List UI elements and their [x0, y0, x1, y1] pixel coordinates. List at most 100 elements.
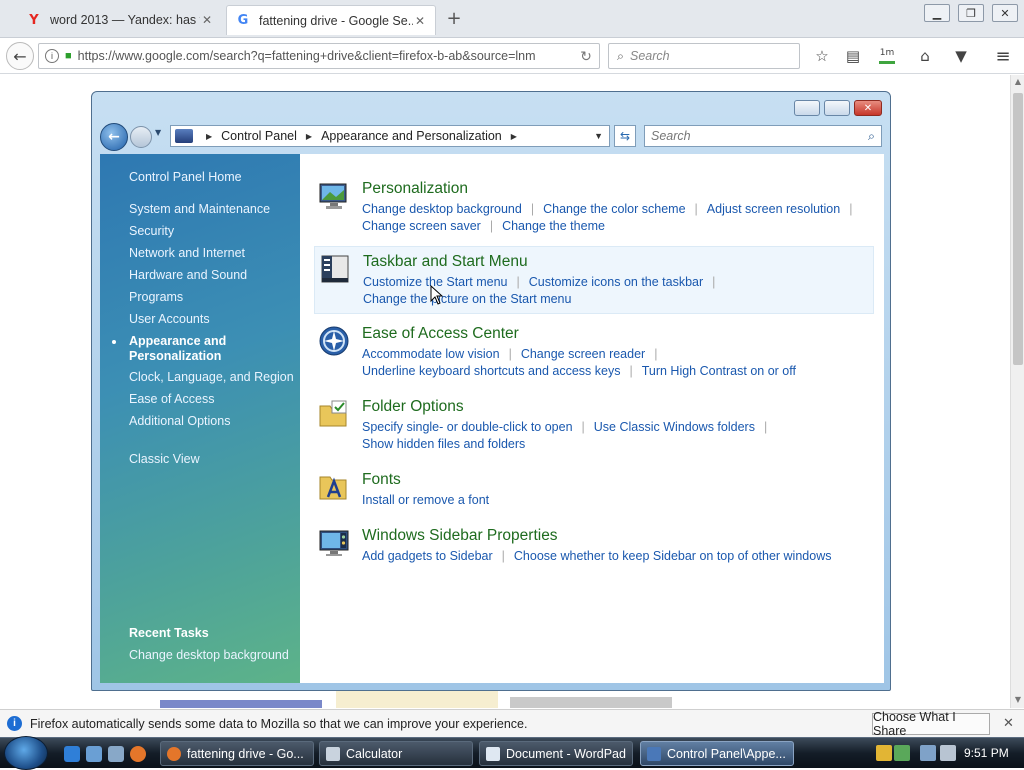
task-firefox[interactable]: fattening drive - Go...	[160, 741, 314, 766]
page-scrollbar[interactable]: ▲ ▼	[1010, 75, 1024, 708]
close-window-button[interactable]: ✕	[992, 4, 1018, 22]
choose-what-i-share-button[interactable]: Choose What I Share	[872, 710, 990, 738]
task-link[interactable]: Customize icons on the taskbar	[529, 275, 703, 289]
vista-forward-button[interactable]	[130, 126, 152, 148]
menu-icon[interactable]: ≡	[992, 46, 1014, 67]
fonts-icon[interactable]	[318, 471, 350, 503]
download-badge: 1m	[879, 47, 895, 58]
vista-back-button[interactable]: ←	[100, 123, 128, 151]
volume-icon[interactable]	[940, 745, 956, 761]
vista-maximize-button[interactable]	[824, 100, 850, 116]
vista-minimize-button[interactable]	[794, 100, 820, 116]
scroll-thumb[interactable]	[1013, 93, 1023, 365]
sidebar-item-network[interactable]: Network and Internet	[129, 246, 245, 260]
url-text[interactable]: https://www.google.com/search?q=fattenin…	[78, 49, 573, 63]
search-icon[interactable]: ⌕	[868, 129, 875, 144]
ie-icon[interactable]	[64, 746, 80, 762]
task-link[interactable]: Change the color scheme	[543, 202, 685, 216]
task-link[interactable]: Change the theme	[502, 219, 605, 233]
task-link[interactable]: Change desktop background	[362, 202, 522, 216]
minimize-button[interactable]: ▁	[924, 4, 950, 22]
close-notification-icon[interactable]: ✕	[1003, 715, 1014, 731]
task-link[interactable]: Install or remove a font	[362, 493, 489, 507]
task-link[interactable]: Change screen reader	[521, 347, 645, 361]
reload-icon[interactable]: ↻	[573, 48, 599, 65]
chevron-right-icon[interactable]: ▶	[511, 132, 517, 141]
category-links: Accommodate low vision | Change screen rea…	[362, 346, 872, 380]
task-link[interactable]: Specify single- or double-click to open	[362, 420, 573, 434]
chevron-right-icon[interactable]: ▶	[306, 132, 312, 141]
sidebar-item-hardware[interactable]: Hardware and Sound	[129, 268, 247, 282]
monitor-icon[interactable]	[920, 745, 936, 761]
scroll-up-icon[interactable]: ▲	[1011, 77, 1024, 86]
new-tab-button[interactable]: +	[444, 9, 464, 29]
browser-search-input[interactable]: ⌕ Search	[608, 43, 800, 69]
category-title[interactable]: Windows Sidebar Properties	[362, 527, 558, 545]
start-button[interactable]	[4, 736, 48, 770]
site-info-icon[interactable]: i	[45, 49, 59, 63]
recent-task-link[interactable]: Change desktop background	[129, 648, 289, 662]
task-link[interactable]: Change the picture on the Start menu	[363, 292, 571, 306]
switch-windows-icon[interactable]	[108, 746, 124, 762]
personalization-icon[interactable]	[318, 180, 350, 212]
folder-options-icon[interactable]	[318, 398, 350, 430]
back-button[interactable]: ←	[6, 42, 34, 70]
tab-google[interactable]: G fattening drive - Google Se... ✕	[226, 5, 436, 35]
task-link[interactable]: Turn High Contrast on or off	[642, 364, 796, 378]
ease-of-access-icon[interactable]	[318, 325, 350, 357]
tab-close-icon[interactable]: ✕	[200, 13, 214, 27]
download-icon[interactable]: 1m	[876, 46, 898, 66]
sidebar-item-appearance[interactable]: Appearance and Personalization	[129, 334, 226, 364]
sidebar-item-ease-of-access[interactable]: Ease of Access	[129, 392, 214, 406]
category-title[interactable]: Fonts	[362, 471, 401, 489]
breadcrumb-control-panel[interactable]: Control Panel	[221, 129, 297, 143]
task-control-panel[interactable]: Control Panel\Appe...	[640, 741, 794, 766]
sidebar-properties-icon[interactable]	[318, 527, 350, 559]
category-title[interactable]: Taskbar and Start Menu	[363, 253, 528, 271]
sidebar-item-security[interactable]: Security	[129, 224, 174, 238]
clock-time[interactable]: 9:51 PM	[964, 746, 1009, 760]
sidebar-item-additional-options[interactable]: Additional Options	[129, 414, 230, 428]
tab-yandex[interactable]: Y word 2013 — Yandex: has f... ✕	[18, 5, 222, 35]
task-link[interactable]: Adjust screen resolution	[707, 202, 840, 216]
network-icon[interactable]	[894, 745, 910, 761]
breadcrumb-appearance[interactable]: Appearance and Personalization	[321, 129, 502, 143]
tab-close-icon[interactable]: ✕	[413, 14, 427, 28]
category-title[interactable]: Folder Options	[362, 398, 464, 416]
task-link[interactable]: Change screen saver	[362, 219, 481, 233]
task-calculator[interactable]: Calculator	[319, 741, 473, 766]
vista-refresh-button[interactable]: ⇆	[614, 125, 636, 147]
task-link[interactable]: Underline keyboard shortcuts and access …	[362, 364, 620, 378]
sidebar-item-system[interactable]: System and Maintenance	[129, 202, 270, 216]
sidebar-item-programs[interactable]: Programs	[129, 290, 183, 304]
task-link[interactable]: Accommodate low vision	[362, 347, 500, 361]
vista-search-input[interactable]: Search ⌕	[644, 125, 882, 147]
task-wordpad[interactable]: Document - WordPad	[479, 741, 633, 766]
firefox-icon[interactable]	[130, 746, 146, 762]
category-title[interactable]: Ease of Access Center	[362, 325, 519, 343]
scroll-down-icon[interactable]: ▼	[1011, 695, 1024, 704]
task-link[interactable]: Show hidden files and folders	[362, 437, 525, 451]
category-title[interactable]: Personalization	[362, 180, 468, 198]
pocket-icon[interactable]: ▼	[950, 46, 972, 66]
task-link[interactable]: Add gadgets to Sidebar	[362, 549, 493, 563]
chevron-right-icon[interactable]: ▶	[206, 132, 212, 141]
sidebar-item-clock[interactable]: Clock, Language, and Region	[129, 370, 294, 384]
address-dropdown-icon[interactable]: ▼	[594, 131, 603, 141]
restore-button[interactable]: ❐	[958, 4, 984, 22]
star-icon[interactable]: ☆	[811, 46, 833, 66]
home-icon[interactable]: ⌂	[914, 46, 936, 66]
taskbar-icon[interactable]	[319, 253, 351, 285]
sidebar-item-user-accounts[interactable]: User Accounts	[129, 312, 210, 326]
vista-close-button[interactable]: ✕	[854, 100, 882, 116]
vista-address-bar[interactable]: ▶ Control Panel ▶ Appearance and Persona…	[170, 125, 610, 147]
show-desktop-icon[interactable]	[86, 746, 102, 762]
sidebar-item-home[interactable]: Control Panel Home	[129, 170, 242, 184]
sidebar-item-classic-view[interactable]: Classic View	[129, 452, 200, 466]
recent-pages-dropdown-icon[interactable]: ▼	[155, 128, 161, 137]
url-bar[interactable]: i ■ https://www.google.com/search?q=fatt…	[38, 43, 600, 69]
reader-icon[interactable]: ▤	[842, 46, 864, 66]
task-link[interactable]: Choose whether to keep Sidebar on top of…	[514, 549, 832, 563]
task-link[interactable]: Use Classic Windows folders	[594, 420, 755, 434]
security-shield-icon[interactable]	[876, 745, 892, 761]
